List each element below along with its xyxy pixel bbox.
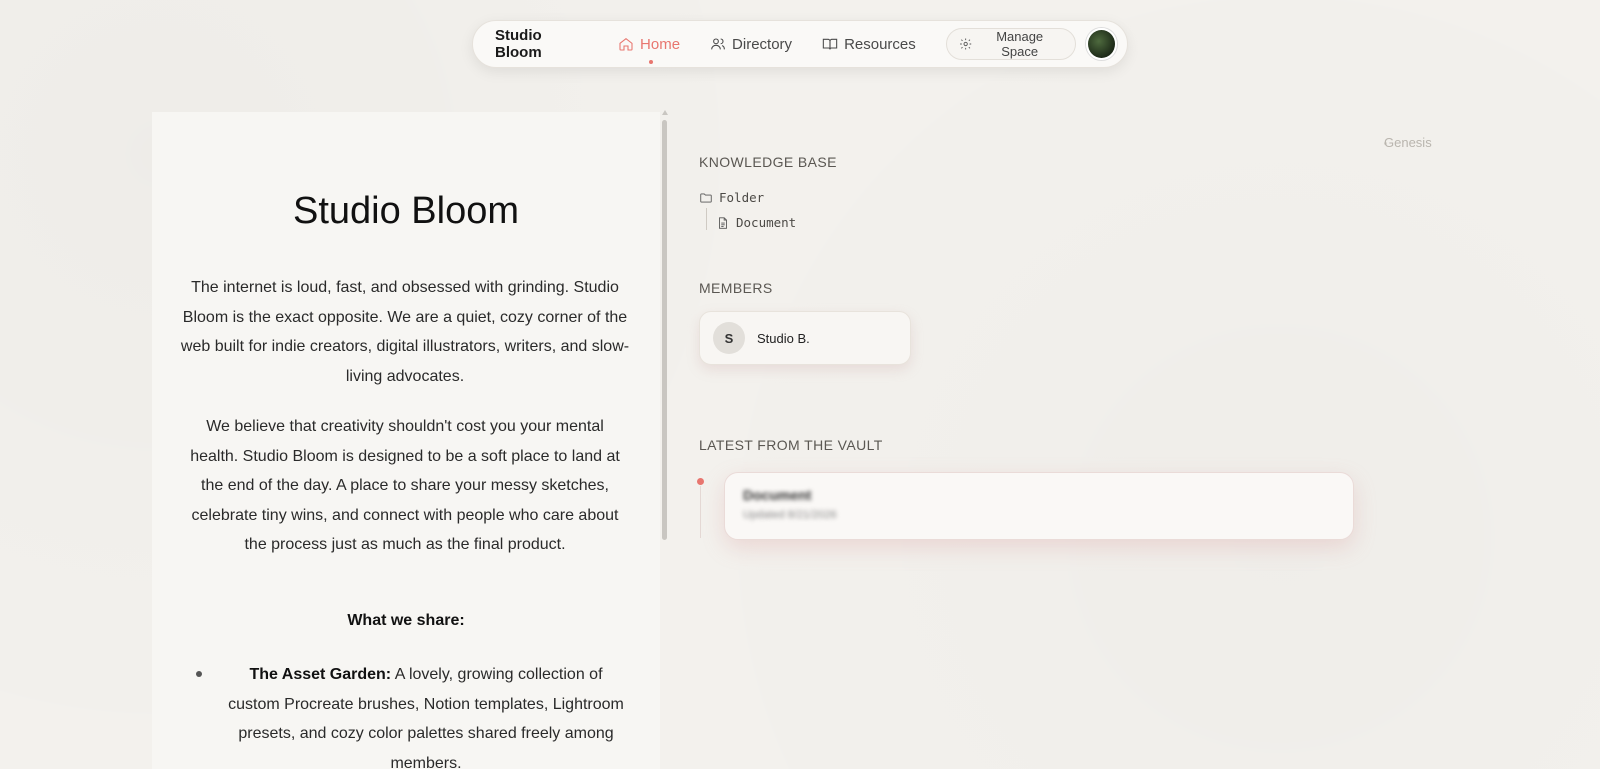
scrollbar[interactable] <box>662 120 667 540</box>
nav-directory-label: Directory <box>732 35 793 53</box>
kb-folder[interactable]: Folder <box>699 190 764 205</box>
vault-item-title: Document <box>743 487 812 503</box>
kb-document[interactable]: Document <box>716 215 796 230</box>
book-icon <box>822 38 838 50</box>
brand-name[interactable]: Studio Bloom <box>495 27 588 61</box>
page-title: Studio Bloom <box>292 190 519 232</box>
folder-icon <box>700 192 712 203</box>
knowledge-base-heading: KNOWLEDGE BASE <box>699 154 837 170</box>
vault-item-meta: Updated 8/21/2026 <box>743 509 837 521</box>
member-avatar: S <box>713 322 745 354</box>
share-item-title: The Asset Garden: <box>249 666 392 683</box>
timeline-dot <box>697 478 704 485</box>
share-list-item: The Asset Garden: A lovely, growing coll… <box>228 660 624 769</box>
manage-space-button[interactable]: Manage Space <box>945 28 1077 60</box>
share-heading: What we share: <box>347 612 465 629</box>
user-avatar[interactable] <box>1086 28 1117 60</box>
nav-resources-label: Resources <box>844 35 916 53</box>
belief-paragraph: We believe that creativity shouldn't cos… <box>190 418 620 553</box>
scroll-up-arrow[interactable] <box>662 110 668 115</box>
genesis-label: Genesis <box>1384 135 1432 150</box>
timeline-line <box>700 486 701 538</box>
intro-paragraph: The internet is loud, fast, and obsessed… <box>180 279 630 385</box>
nav-home[interactable]: Home <box>618 35 681 64</box>
nav-directory[interactable]: Directory <box>710 36 792 53</box>
member-card[interactable]: S Studio B. <box>699 311 911 365</box>
bullet-marker <box>196 671 202 677</box>
manage-space-label: Manage Space <box>996 29 1044 59</box>
vault-heading: LATEST FROM THE VAULT <box>699 437 883 453</box>
kb-document-label: Document <box>736 215 797 230</box>
top-nav: Studio Bloom Home Directory Resources Ma… <box>472 20 1128 68</box>
home-icon <box>619 37 633 51</box>
document-icon <box>719 216 727 229</box>
tree-line <box>706 208 707 230</box>
kb-folder-label: Folder <box>719 190 765 205</box>
member-name: Studio B. <box>757 330 810 346</box>
nav-resources[interactable]: Resources <box>822 36 916 53</box>
nav-home-label: Home <box>640 35 681 53</box>
members-heading: MEMBERS <box>699 280 773 296</box>
gear-icon <box>959 38 971 50</box>
vault-item-card[interactable]: Document Updated 8/21/2026 <box>724 472 1354 540</box>
users-icon <box>711 38 725 50</box>
